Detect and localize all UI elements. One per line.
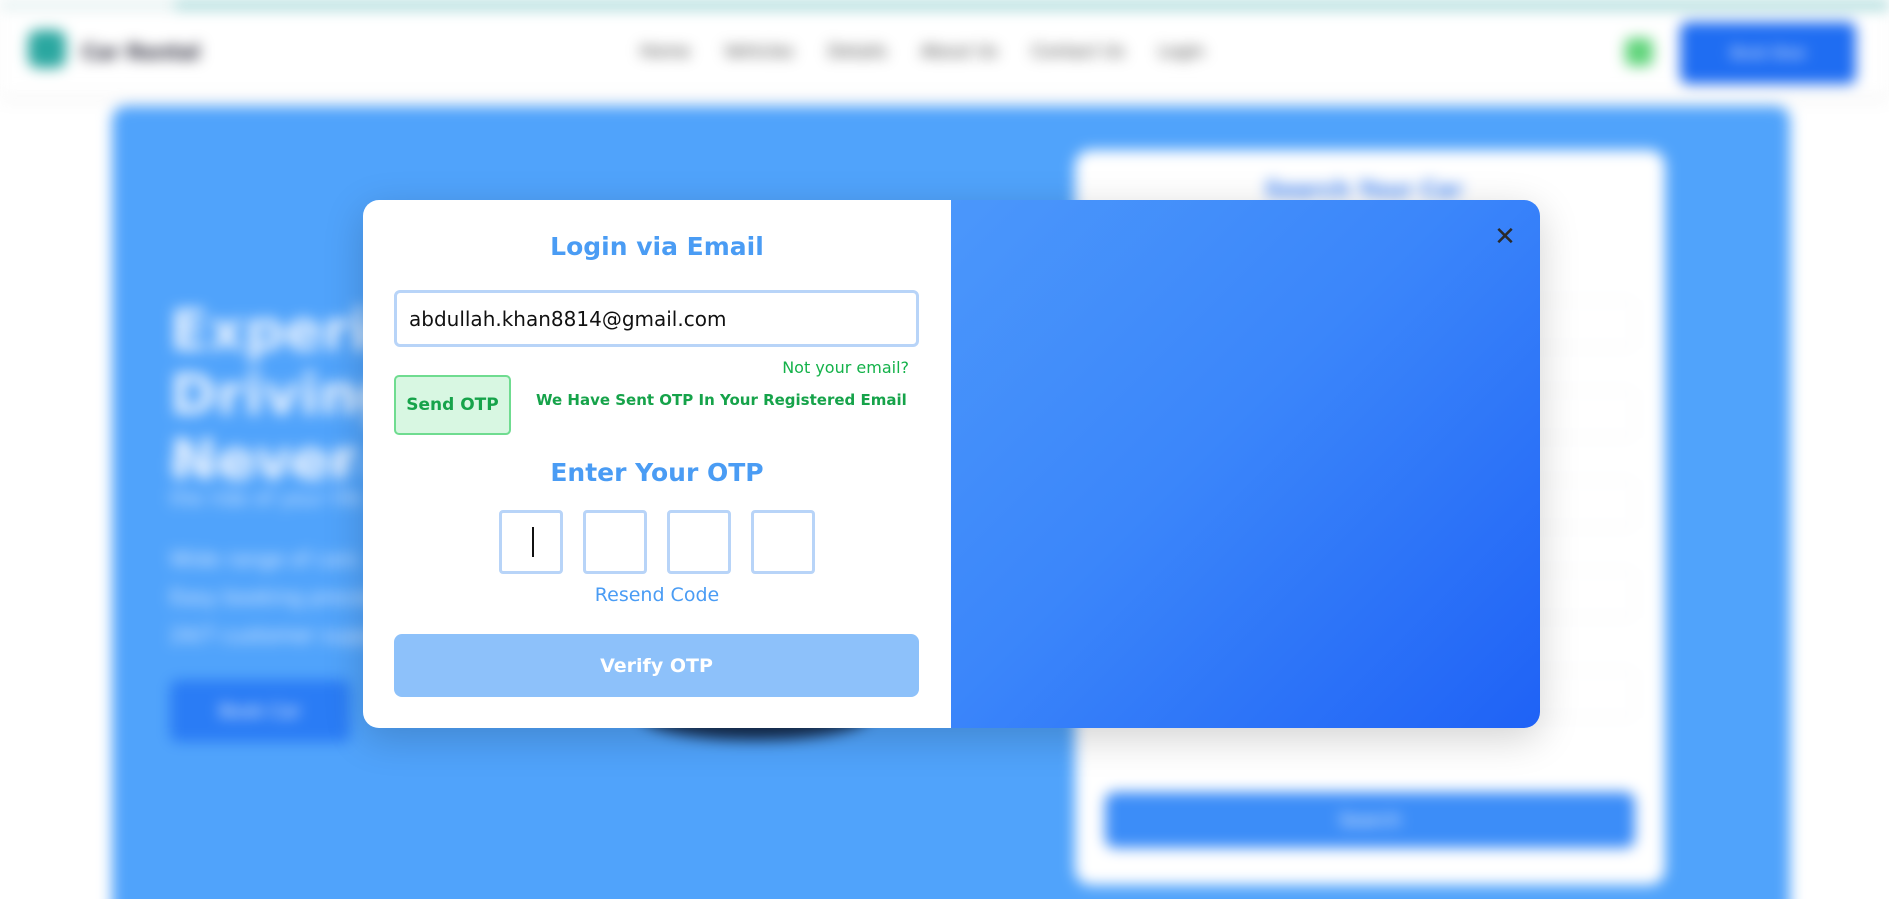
- nav-link: Contact Us: [1031, 42, 1125, 62]
- send-otp-button[interactable]: Send OTP: [394, 375, 511, 435]
- otp-sent-message: We Have Sent OTP In Your Registered Emai…: [536, 391, 907, 409]
- otp-digit-input[interactable]: [583, 510, 647, 574]
- nav-link: Home: [640, 42, 691, 62]
- verify-otp-button[interactable]: Verify OTP: [394, 634, 919, 697]
- top-progress-strip: [0, 0, 1889, 10]
- site-navbar: Car Rental Home Vehicles Details About U…: [0, 10, 1889, 94]
- hero-button: Book Car: [170, 680, 350, 742]
- otp-title: Enter Your OTP: [550, 458, 764, 487]
- login-modal: Login via Email Not your email? Send OTP…: [363, 200, 1540, 728]
- text-caret: [532, 527, 534, 557]
- login-title: Login via Email: [550, 232, 764, 261]
- resend-code-link[interactable]: Resend Code: [363, 584, 951, 606]
- close-icon[interactable]: ✕: [1490, 222, 1520, 252]
- nav-link: Details: [827, 42, 887, 62]
- otp-digit-input[interactable]: [499, 510, 563, 574]
- login-form-panel: Login via Email Not your email? Send OTP…: [363, 200, 951, 728]
- not-your-email-link[interactable]: Not your email?: [782, 358, 909, 377]
- whatsapp-icon: [1625, 38, 1653, 66]
- email-input[interactable]: [394, 290, 919, 347]
- nav-link: About Us: [920, 42, 998, 62]
- nav-link: Vehicles: [724, 42, 794, 62]
- nav-cta-button: Book Now: [1680, 22, 1856, 84]
- otp-inputs: [499, 510, 815, 574]
- decorative-gradient-panel: ✕: [951, 200, 1540, 728]
- otp-digit-input[interactable]: [751, 510, 815, 574]
- otp-digit-input[interactable]: [667, 510, 731, 574]
- search-card-button: Search: [1105, 792, 1635, 848]
- brand-name: Car Rental: [82, 40, 201, 64]
- brand-logo-icon: [28, 30, 66, 68]
- nav-link: Login: [1158, 42, 1205, 62]
- nav-links: Home Vehicles Details About Us Contact U…: [640, 42, 1205, 62]
